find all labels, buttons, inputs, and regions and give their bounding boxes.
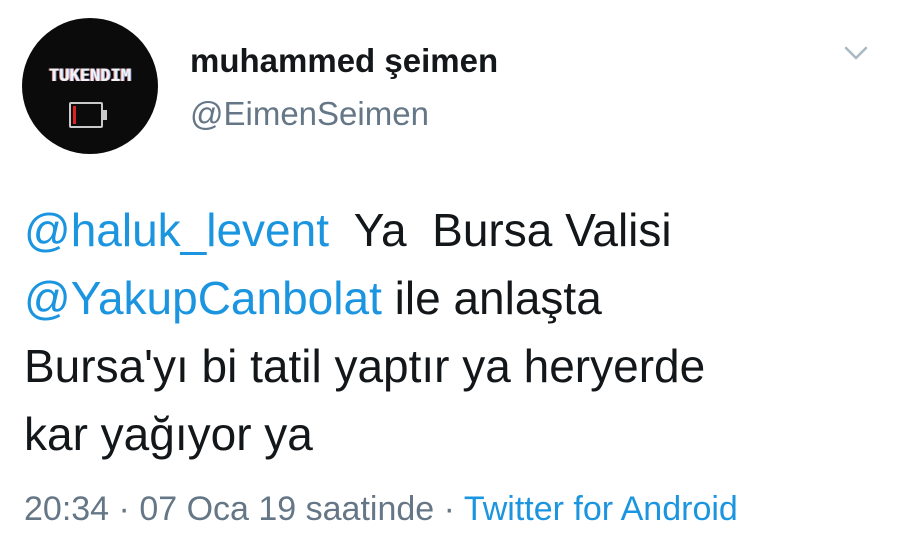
mention-link[interactable]: @YakupCanbolat bbox=[24, 272, 382, 324]
chevron-down-icon[interactable] bbox=[843, 44, 869, 62]
tweet-line-4: kar yağıyor ya bbox=[24, 408, 313, 460]
display-name[interactable]: muhammed şeimen bbox=[190, 42, 498, 80]
battery-tip bbox=[103, 110, 107, 120]
tweet-time[interactable]: 20:34 bbox=[24, 490, 109, 528]
tweet-text: @haluk_levent Ya Bursa Valisi @YakupCanb… bbox=[24, 196, 884, 468]
tweet-line-1: @haluk_levent Ya Bursa Valisi bbox=[24, 196, 884, 264]
avatar-text: TUKENDIM bbox=[49, 66, 131, 86]
tweet-line-2-text: ile anlaşta bbox=[381, 272, 602, 324]
tweet-line-3: Bursa'yı bi tatil yaptır ya heryerde bbox=[24, 340, 706, 392]
tweet-card: TUKENDIM muhammed şeimen @EimenSeimen @h… bbox=[0, 0, 900, 560]
tweet-date[interactable]: 07 Oca 19 saatinde bbox=[139, 490, 434, 528]
user-handle[interactable]: @EimenSeimen bbox=[190, 95, 429, 133]
meta-separator: · bbox=[434, 490, 464, 528]
meta-separator: · bbox=[109, 490, 140, 528]
mention-link[interactable]: @haluk_levent bbox=[24, 204, 329, 256]
battery-fill bbox=[73, 106, 76, 124]
avatar[interactable]: TUKENDIM bbox=[22, 18, 158, 154]
tweet-line-1-text: Ya Bursa Valisi bbox=[329, 204, 672, 256]
tweet-meta: 20:34 · 07 Oca 19 saatinde · Twitter for… bbox=[24, 490, 738, 529]
tweet-source-link[interactable]: Twitter for Android bbox=[464, 490, 738, 528]
tweet-line-2: @YakupCanbolat ile anlaşta bbox=[24, 264, 884, 332]
battery-low-icon bbox=[69, 102, 103, 128]
